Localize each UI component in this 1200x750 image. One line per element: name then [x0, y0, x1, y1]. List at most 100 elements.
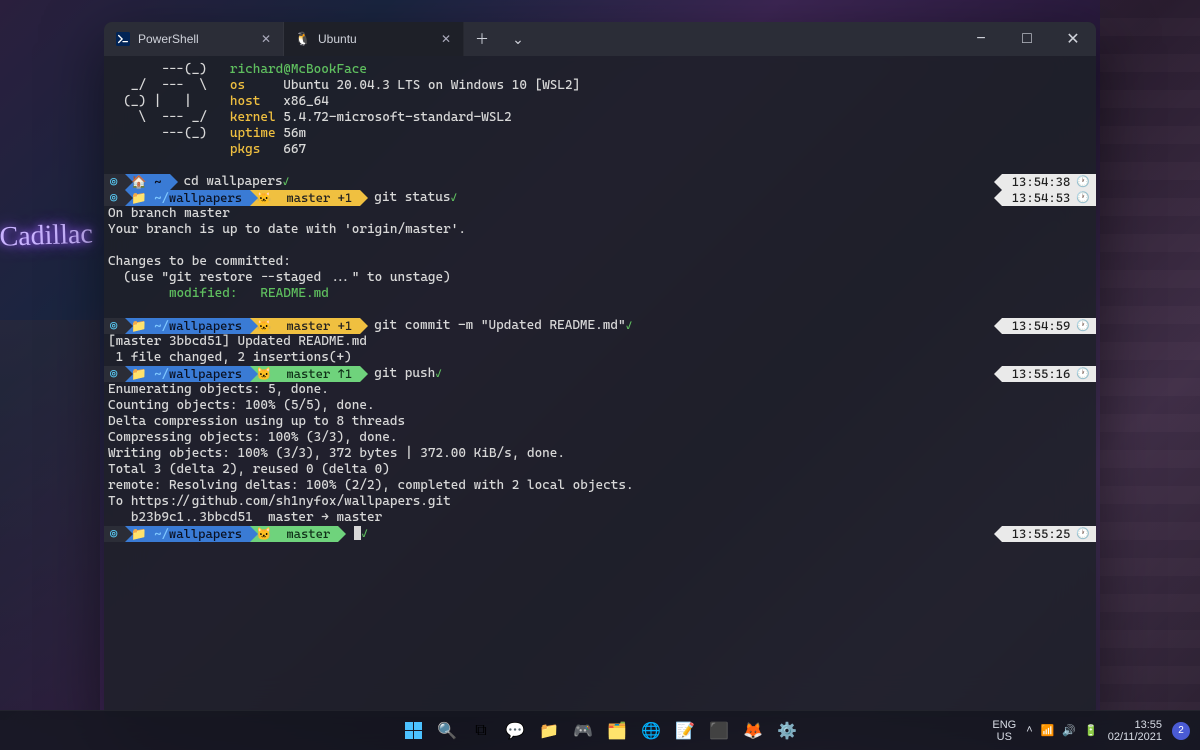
- close-icon[interactable]: ✕: [439, 32, 453, 46]
- tab-label: Ubuntu: [318, 32, 431, 46]
- output-line: 1 file changed, 2 insertions(+): [104, 350, 1096, 366]
- ascii-art: ---(_): [108, 126, 230, 142]
- taskbar-start-button[interactable]: [399, 717, 427, 745]
- output-line: Delta compression using up to 8 threads: [104, 414, 1096, 430]
- taskbar-xbox-button[interactable]: 🎮: [569, 717, 597, 745]
- titlebar[interactable]: PowerShell ✕ 🐧 Ubuntu ✕ ＋ ⌄ − □ ✕: [104, 22, 1096, 56]
- neofetch-value: x86_64: [283, 94, 329, 109]
- maximize-button[interactable]: □: [1004, 22, 1050, 56]
- neon-sign: Cadillac: [0, 218, 101, 281]
- close-button[interactable]: ✕: [1050, 22, 1096, 56]
- output-line: Total 3 (delta 2), reused 0 (delta 0): [104, 462, 1096, 478]
- prompt-line: ◎📁 ~/wallpapers🐱 master +1git status✓13:…: [104, 190, 1096, 206]
- neofetch-title: richard@McBookFace: [230, 62, 367, 77]
- timestamp-segment: 13:54:38 🕐: [1002, 174, 1096, 190]
- minimize-button[interactable]: −: [958, 22, 1004, 56]
- output-line: To https://github.com/sh1nyfox/wallpaper…: [104, 494, 1096, 510]
- taskbar-explorer-button[interactable]: 📁: [535, 717, 563, 745]
- taskbar-terminal-button[interactable]: ⬛: [705, 717, 733, 745]
- volume-icon[interactable]: 🔊: [1062, 724, 1076, 737]
- taskbar-settings-button[interactable]: ⚙️: [773, 717, 801, 745]
- taskbar-clock[interactable]: 13:55 02/11/2021: [1108, 719, 1162, 743]
- taskbar-folder-button[interactable]: 🗂️: [603, 717, 631, 745]
- terminal-window: PowerShell ✕ 🐧 Ubuntu ✕ ＋ ⌄ − □ ✕ ---(_)…: [104, 22, 1096, 717]
- command-text: git status: [374, 190, 450, 206]
- branch-green-segment: 🐱 master ↑1: [256, 366, 352, 382]
- timestamp-segment: 13:55:25 🕐: [1002, 526, 1096, 542]
- system-tray[interactable]: ˄ 📶 🔊 🔋: [1026, 724, 1098, 737]
- taskbar-center: 🔍⧉💬📁🎮🗂️🌐📝⬛🦊⚙️: [399, 717, 801, 745]
- lang-top: ENG: [992, 719, 1016, 731]
- clock-icon: 🕐: [1076, 318, 1090, 334]
- prompt-line: ◎📁 ~/wallpapers 🐱 master ✓ 13:55:25 🕐: [104, 526, 1096, 542]
- output-line: On branch master: [104, 206, 1096, 222]
- background-wall-left: [0, 320, 100, 720]
- prompt-line: ◎ 📁 ~/wallpapers 🐱 master +1 git commit -m …: [104, 318, 1096, 334]
- prompt-segment: ◎: [104, 526, 125, 542]
- prompt-segment: ◎: [104, 318, 125, 334]
- battery-icon[interactable]: 🔋: [1084, 724, 1098, 737]
- tab-label: PowerShell: [138, 32, 251, 46]
- clock-icon: 🕐: [1076, 366, 1090, 382]
- taskbar-notepad-button[interactable]: 📝: [671, 717, 699, 745]
- clock-icon: 🕐: [1076, 190, 1090, 206]
- tab-ubuntu[interactable]: 🐧 Ubuntu ✕: [284, 22, 464, 56]
- notification-badge[interactable]: 2: [1172, 722, 1190, 740]
- output-line: Your branch is up to date with 'origin/m…: [104, 222, 1096, 238]
- new-tab-button[interactable]: ＋: [464, 22, 500, 56]
- prompt-line: ◎📁 ~/wallpapers🐱 master ↑1git push✓13:55…: [104, 366, 1096, 382]
- cursor: [354, 526, 361, 540]
- prompt-segment: 📁 ~/wallpapers: [125, 318, 250, 334]
- taskbar-search-button[interactable]: 🔍: [433, 717, 461, 745]
- output-line: [104, 238, 1096, 254]
- output-line: Changes to be committed:: [104, 254, 1096, 270]
- home-segment: 🏠 ~: [131, 174, 161, 190]
- timestamp-segment: 13:54:53 🕐: [1002, 190, 1096, 206]
- clock-time: 13:55: [1108, 719, 1162, 731]
- taskbar-edge-button[interactable]: 🌐: [637, 717, 665, 745]
- taskbar-right: ENG US ˄ 📶 🔊 🔋 13:55 02/11/2021 2: [992, 719, 1200, 743]
- neofetch-value: 667: [283, 142, 306, 157]
- prompt-segment: 📁 ~/wallpapers: [125, 366, 250, 382]
- time-value: 13:55:16: [1012, 366, 1071, 382]
- close-icon[interactable]: ✕: [259, 32, 273, 46]
- language-switcher[interactable]: ENG US: [992, 719, 1016, 743]
- path-segment: 📁 ~/wallpapers: [131, 318, 242, 334]
- path-segment: 📁 ~/wallpapers: [131, 366, 242, 382]
- success-check-icon: ✓: [626, 318, 636, 334]
- tab-powershell[interactable]: PowerShell ✕: [104, 22, 284, 56]
- ascii-art: (_) | |: [108, 94, 230, 110]
- prompt-segment: 🐱 master +1: [250, 318, 360, 334]
- taskbar-taskview-button[interactable]: ⧉: [467, 717, 495, 745]
- background-wall-right: [1100, 0, 1200, 720]
- ascii-art: _/ --- \: [108, 78, 230, 94]
- prompt-segment: ◎: [104, 174, 125, 190]
- output-line: Counting objects: 100% (5/5), done.: [104, 398, 1096, 414]
- tux-icon: 🐧: [296, 32, 310, 46]
- ubuntu-icon: ◎: [110, 190, 117, 206]
- branch-green-segment: 🐱 master: [256, 526, 330, 542]
- neofetch-label: kernel: [230, 110, 283, 125]
- command-text: git push: [374, 366, 435, 382]
- prompt-line: ◎🏠 ~cd wallpapers✓13:54:38 🕐: [104, 174, 1096, 190]
- branch-segment: 🐱 master +1: [256, 318, 352, 334]
- chevron-up-icon[interactable]: ˄: [1026, 724, 1032, 737]
- neofetch-value: 56m: [283, 126, 306, 141]
- output-line: Enumerating objects: 5, done.: [104, 382, 1096, 398]
- prompt-segment: 🐱 master ↑1: [250, 366, 360, 382]
- terminal-body[interactable]: ---(_) richard@McBookFace _/ --- \ os Ub…: [104, 56, 1096, 717]
- clock-icon: 🕐: [1076, 526, 1090, 542]
- clock-icon: 🕐: [1076, 174, 1090, 190]
- taskbar-widgets-button[interactable]: 💬: [501, 717, 529, 745]
- prompt-segment: ◎: [104, 366, 125, 382]
- prompt-segment: 📁 ~/wallpapers: [125, 526, 250, 542]
- tab-dropdown-button[interactable]: ⌄: [500, 22, 536, 56]
- output-line: Writing objects: 100% (3/3), 372 bytes |…: [104, 446, 1096, 462]
- wifi-icon[interactable]: 📶: [1041, 724, 1055, 737]
- success-check-icon: ✓: [361, 526, 371, 542]
- time-value: 13:54:38: [1012, 174, 1071, 190]
- command-text: git commit -m "Updated README.md": [374, 318, 625, 334]
- time-value: 13:55:25: [1012, 526, 1071, 542]
- taskbar-firefox-button[interactable]: 🦊: [739, 717, 767, 745]
- taskbar: 🔍⧉💬📁🎮🗂️🌐📝⬛🦊⚙️ ENG US ˄ 📶 🔊 🔋 13:55 02/11/20…: [0, 710, 1200, 750]
